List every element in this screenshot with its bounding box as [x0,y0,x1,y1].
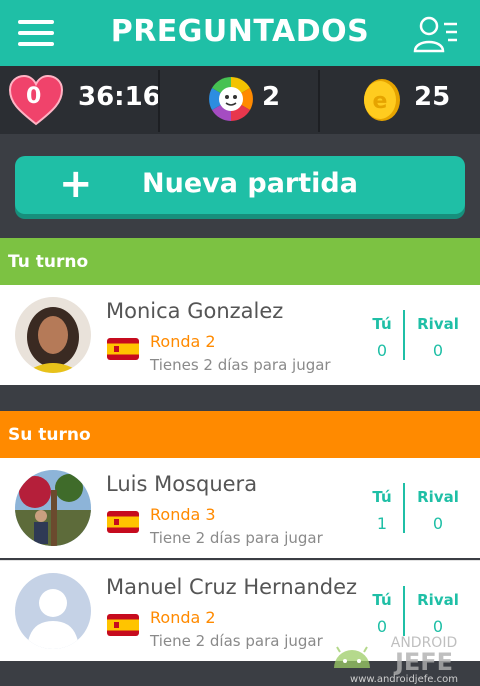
rival-score: Rival 0 [416,315,460,360]
androidjefe-watermark: ANDROID JEFE www.androidjefe.com [334,635,458,684]
rival-score-label: Rival [417,315,459,333]
round-label: Ronda 3 [150,505,216,524]
rival-score: Rival 0 [416,591,460,636]
profile-icon[interactable] [412,14,460,54]
watermark-url: www.androidjefe.com [350,674,458,684]
rival-score: Rival 0 [416,488,460,533]
days-left: Tiene 2 días para jugar [150,632,323,650]
rival-score-label: Rival [417,488,459,506]
spins-stat[interactable]: 2 [160,66,318,134]
your-score: Tú 1 [368,488,396,533]
score-divider [403,483,405,533]
section-their-turn: Su turno [0,411,480,458]
your-score: Tú 0 [368,315,396,360]
stats-bar: 0 36:16 2 e 25 [0,66,480,134]
your-score-value: 1 [376,514,388,533]
section-your-turn: Tu turno [0,238,480,285]
game-row[interactable]: Luis Mosquera Ronda 3 Tiene 2 días para … [0,458,480,558]
your-score-value: 0 [376,341,388,360]
avatar [15,297,91,373]
score-divider [403,310,405,360]
days-left: Tienes 2 días para jugar [150,356,331,374]
your-score: Tú 0 [368,591,396,636]
player-name: Manuel Cruz Hernandez [106,575,358,599]
new-game-label: Nueva partida [142,168,358,199]
spain-flag-icon [107,338,139,360]
your-score-label: Tú [372,488,392,506]
coins-stat[interactable]: e 25 [320,66,480,134]
rival-score-value: 0 [432,341,444,360]
spin-wheel-icon [209,77,253,121]
spins-count: 2 [262,82,281,112]
score-divider [403,586,405,636]
your-score-label: Tú [372,591,392,609]
watermark-line2: JEFE [393,648,453,676]
section-title: Tu turno [8,252,89,272]
lives-count: 0 [26,84,42,109]
round-label: Ronda 2 [150,608,216,627]
spain-flag-icon [107,614,139,636]
lives-timer: 36:16 [78,82,161,112]
your-score-label: Tú [372,315,392,333]
player-name: Luis Mosquera [106,472,258,496]
app-title: PREGUNTADOS [110,14,370,49]
rival-score-value: 0 [432,514,444,533]
avatar [15,470,91,546]
rival-score-label: Rival [417,591,459,609]
lives-stat[interactable]: 0 36:16 [0,66,161,134]
player-name: Monica Gonzalez [106,299,284,323]
round-label: Ronda 2 [150,332,216,351]
coin-icon: e [364,79,400,121]
avatar [15,573,91,649]
new-game-button[interactable]: + Nueva partida [15,156,465,214]
days-left: Tiene 2 días para jugar [150,529,323,547]
svg-text:e: e [373,89,388,114]
section-title: Su turno [8,425,91,445]
coins-count: 25 [414,82,451,112]
spain-flag-icon [107,511,139,533]
game-row[interactable]: Monica Gonzalez Ronda 2 Tienes 2 días pa… [0,285,480,385]
top-bar: PREGUNTADOS [0,0,480,66]
